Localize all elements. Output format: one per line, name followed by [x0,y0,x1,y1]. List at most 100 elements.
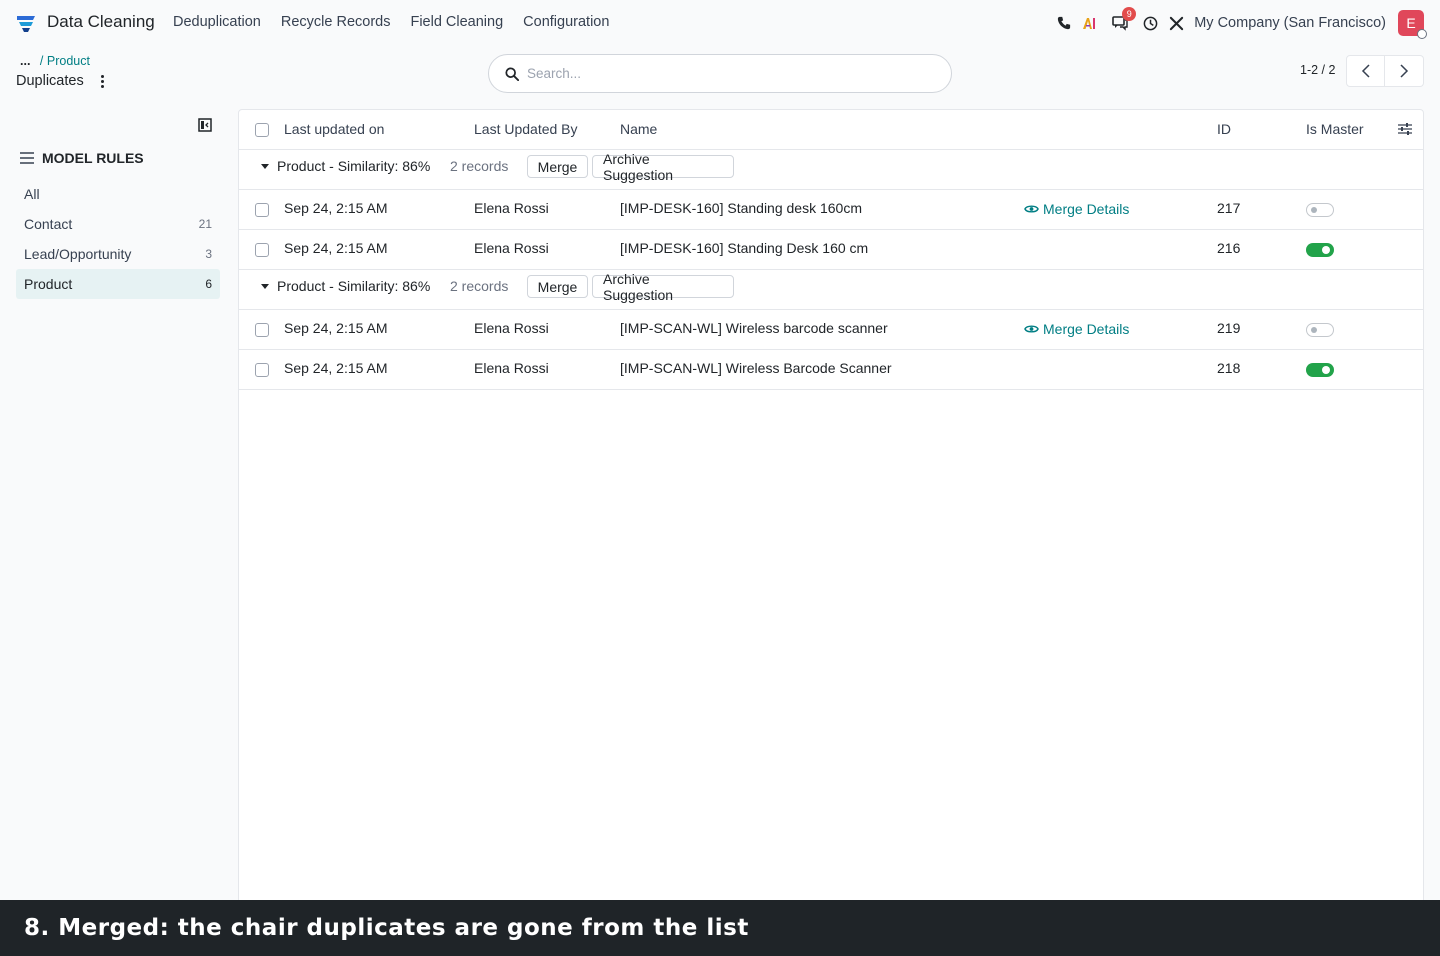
company-switcher[interactable]: My Company (San Francisco) [1194,15,1386,31]
table-row[interactable]: Sep 24, 2:15 AM Elena Rossi [IMP-SCAN-WL… [239,310,1423,350]
top-navbar: Data Cleaning Deduplication Recycle Reco… [0,0,1440,46]
actions-kebab-icon[interactable] [98,74,106,90]
is-master-toggle[interactable] [1306,363,1334,377]
column-last-updated-by[interactable]: Last Updated By [474,121,578,137]
model-rules-title: MODEL RULES [42,150,144,166]
row-checkbox[interactable] [255,363,269,377]
sidebar-item-count: 6 [205,277,212,291]
cell-last-updated-on: Sep 24, 2:15 AM [284,320,388,336]
cell-id: 218 [1217,360,1241,376]
sidebar-item-count: 21 [198,217,212,231]
breadcrumb-ellipsis[interactable]: ... [20,54,30,68]
is-master-toggle[interactable] [1306,243,1334,257]
merge-button[interactable]: Merge [527,155,588,178]
cell-name: [IMP-SCAN-WL] Wireless barcode scanner [620,320,888,336]
archive-suggestion-button[interactable]: Archive Suggestion [592,271,734,303]
archive-suggestion-button[interactable]: Archive Suggestion [592,151,734,183]
row-checkbox[interactable] [255,243,269,257]
list-header: Last updated on Last Updated By Name ID … [239,110,1423,150]
sidebar-toggle-icon[interactable] [198,118,212,132]
messages-icon[interactable]: 9 [1112,7,1137,31]
breadcrumb-separator: / [39,54,44,68]
group-record-count: 2 records [450,158,509,174]
breadcrumb-parent-link[interactable]: Product [47,54,90,68]
group-row[interactable]: Product - Similarity: 86% 2 records Merg… [239,150,1423,190]
model-rules-list: All Contact 21 Lead/Opportunity 3 Produc… [16,179,220,299]
cell-name: [IMP-SCAN-WL] Wireless Barcode Scanner [620,360,892,376]
sidebar-item-label: All [24,186,40,202]
user-avatar[interactable]: E [1398,10,1427,39]
is-master-toggle[interactable] [1306,323,1334,337]
main-menu: Deduplication Recycle Records Field Clea… [173,14,629,30]
sidebar-item-label: Lead/Opportunity [24,246,132,262]
cell-last-updated-by: Elena Rossi [474,360,549,376]
merge-details-link[interactable]: Merge Details [1024,201,1129,217]
eye-icon [1024,325,1039,333]
merge-details-label: Merge Details [1043,321,1130,337]
column-is-master[interactable]: Is Master [1306,121,1364,137]
sidebar-item-contact[interactable]: Contact 21 [16,209,220,239]
cell-id: 216 [1217,240,1241,256]
table-row[interactable]: Sep 24, 2:15 AM Elena Rossi [IMP-SCAN-WL… [239,350,1423,390]
search-bar [488,54,952,93]
column-id[interactable]: ID [1217,121,1231,137]
cell-id: 217 [1217,200,1241,216]
data-cleaning-logo-icon[interactable] [16,13,36,33]
list-icon [20,152,34,164]
cell-name: [IMP-DESK-160] Standing Desk 160 cm [620,240,869,256]
chevron-right-icon [1400,64,1409,78]
pager-value[interactable]: 1-2 / 2 [1300,63,1335,77]
row-checkbox[interactable] [255,323,269,337]
menu-recycle-records[interactable]: Recycle Records [281,14,391,30]
merge-button[interactable]: Merge [527,275,588,298]
tutorial-caption: 8. Merged: the chair duplicates are gone… [0,900,1440,956]
pager-previous-button[interactable] [1346,55,1385,87]
cell-name: [IMP-DESK-160] Standing desk 160cm [620,200,863,216]
page-title: Duplicates [16,73,84,89]
column-last-updated-on[interactable]: Last updated on [284,121,384,137]
messages-badge: 9 [1122,7,1137,21]
presence-status-icon [1417,29,1427,39]
cell-last-updated-on: Sep 24, 2:15 AM [284,200,388,216]
search-input[interactable] [527,66,927,81]
tools-icon[interactable] [1168,15,1184,31]
app-name[interactable]: Data Cleaning [47,12,155,32]
group-row[interactable]: Product - Similarity: 86% 2 records Merg… [239,270,1423,310]
cell-id: 219 [1217,320,1241,336]
activity-clock-icon[interactable] [1142,15,1158,31]
sidebar-item-all[interactable]: All [16,179,220,209]
ai-icon[interactable] [1082,15,1098,31]
sidebar-item-count: 3 [205,247,212,261]
menu-deduplication[interactable]: Deduplication [173,14,261,30]
cell-last-updated-on: Sep 24, 2:15 AM [284,360,388,376]
avatar-initial: E [1406,15,1416,31]
pager-next-button[interactable] [1385,55,1424,87]
sidebar-item-product[interactable]: Product 6 [16,269,220,299]
model-rules-header: MODEL RULES [20,150,144,166]
cell-last-updated-on: Sep 24, 2:15 AM [284,240,388,256]
optional-columns-icon[interactable] [1398,122,1412,136]
sidebar-item-label: Product [24,276,73,292]
merge-details-label: Merge Details [1043,201,1130,217]
systray: 9 My Company (San Francisco) E [1046,7,1427,39]
sidebar-item-lead-opportunity[interactable]: Lead/Opportunity 3 [16,239,220,269]
is-master-toggle[interactable] [1306,203,1334,217]
phone-icon[interactable] [1056,15,1072,31]
select-all-checkbox[interactable] [255,123,269,137]
row-checkbox[interactable] [255,203,269,217]
menu-field-cleaning[interactable]: Field Cleaning [410,14,503,30]
menu-configuration[interactable]: Configuration [523,14,609,30]
sidebar-item-label: Contact [24,216,73,232]
group-name: Product - Similarity: 86% [277,278,431,294]
merge-details-link[interactable]: Merge Details [1024,321,1129,337]
group-record-count: 2 records [450,278,509,294]
table-row[interactable]: Sep 24, 2:15 AM Elena Rossi [IMP-DESK-16… [239,190,1423,230]
caret-down-icon [261,284,269,289]
group-name: Product - Similarity: 86% [277,158,431,174]
table-row[interactable]: Sep 24, 2:15 AM Elena Rossi [IMP-DESK-16… [239,230,1423,270]
cell-last-updated-by: Elena Rossi [474,320,549,336]
pager-buttons [1346,55,1424,87]
cell-last-updated-by: Elena Rossi [474,200,549,216]
column-name[interactable]: Name [620,121,657,137]
duplicates-list: Last updated on Last Updated By Name ID … [238,109,1424,909]
